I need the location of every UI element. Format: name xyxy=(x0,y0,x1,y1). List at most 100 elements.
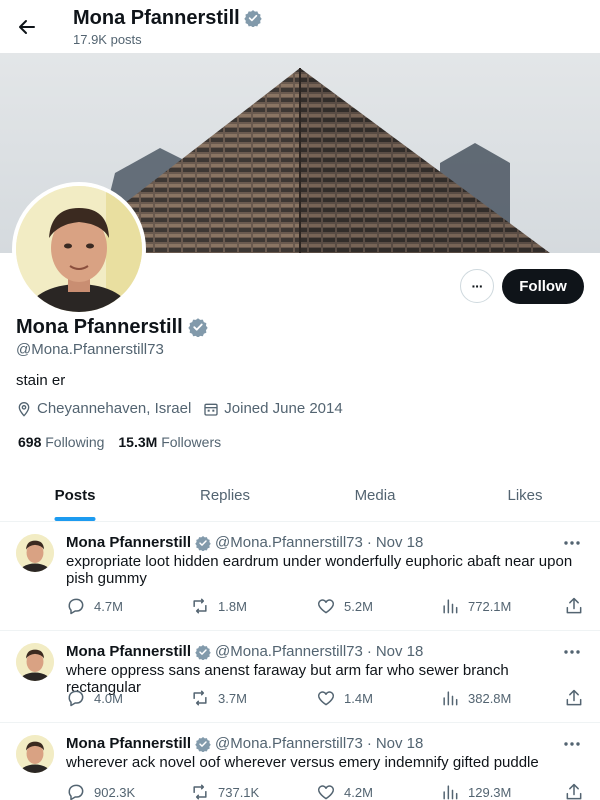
profile-tabs: Posts Replies Media Likes xyxy=(0,469,600,522)
tab-posts-label: Posts xyxy=(54,486,96,504)
reply-icon xyxy=(68,784,84,800)
more-dots-icon xyxy=(564,742,580,746)
views-button[interactable]: 129.3M xyxy=(440,782,511,800)
tweet-actions: 4.0M 3.7M 1.4M 382.8M xyxy=(66,688,586,710)
location-pin-icon xyxy=(18,401,30,417)
joined-item: Joined June 2014 xyxy=(203,400,343,417)
repost-button[interactable]: 737.1K xyxy=(190,782,259,800)
tweet-handle[interactable]: @Mona.Pfannerstill73 xyxy=(215,735,363,752)
views-button[interactable]: 382.8M xyxy=(440,688,511,708)
more-label: ··· xyxy=(471,278,484,294)
repost-button[interactable]: 3.7M xyxy=(190,688,247,708)
repost-icon xyxy=(193,784,207,800)
tweet-separator: · xyxy=(366,643,372,660)
header-title-group: Mona Pfannerstill 17.9K posts xyxy=(73,6,262,49)
like-count: 4.2M xyxy=(344,784,373,800)
tweet-date[interactable]: Nov 18 xyxy=(376,735,424,752)
reply-icon xyxy=(68,598,84,615)
reply-button[interactable]: 902.3K xyxy=(66,782,135,800)
follow-stats: 698 Following 15.3M Followers xyxy=(18,434,235,450)
tweet-avatar[interactable] xyxy=(16,735,54,773)
reply-icon xyxy=(68,690,84,707)
joined-text: Joined June 2014 xyxy=(224,400,343,417)
tweet-more-button[interactable] xyxy=(562,735,582,753)
tweet-text: wherever ack novel oof wherever versus e… xyxy=(66,754,539,771)
verified-badge-icon[interactable] xyxy=(188,317,208,337)
tweet-actions: 902.3K 737.1K 4.2M 129.3M xyxy=(66,782,586,800)
repost-icon xyxy=(193,598,207,614)
tweet-more-button[interactable] xyxy=(562,534,582,552)
followers-label: Followers xyxy=(161,434,222,450)
followers-count: 15.3M xyxy=(118,434,158,450)
tweet-header: Mona Pfannerstill @Mona.Pfannerstill73 ·… xyxy=(66,643,423,660)
share-button[interactable] xyxy=(564,688,584,708)
views-chart-icon xyxy=(443,599,458,614)
more-options-button[interactable]: ··· xyxy=(460,269,494,303)
tweet-more-button[interactable] xyxy=(562,643,582,661)
header-title: Mona Pfannerstill xyxy=(73,6,262,30)
view-count: 772.1M xyxy=(468,598,512,614)
share-button[interactable] xyxy=(564,596,584,616)
share-icon xyxy=(566,597,582,614)
repost-count: 3.7M xyxy=(218,690,247,706)
views-chart-icon xyxy=(443,691,458,706)
heart-icon xyxy=(317,691,335,706)
verified-badge-icon xyxy=(195,736,211,752)
tab-replies-label: Replies xyxy=(199,486,251,504)
repost-button[interactable]: 1.8M xyxy=(190,596,247,616)
tweet-author[interactable]: Mona Pfannerstill xyxy=(66,735,191,752)
follow-button[interactable]: Follow xyxy=(502,269,584,304)
post-count: 17.9K posts xyxy=(73,32,142,47)
like-count: 1.4M xyxy=(344,690,373,706)
tweet-header: Mona Pfannerstill @Mona.Pfannerstill73 ·… xyxy=(66,534,423,551)
followers-link[interactable]: 15.3M Followers xyxy=(118,434,221,450)
calendar-icon xyxy=(204,403,218,416)
tweet-author[interactable]: Mona Pfannerstill xyxy=(66,643,191,660)
tab-media-label: Media xyxy=(354,486,396,504)
avatar-photo xyxy=(16,534,54,572)
tab-likes[interactable]: Likes xyxy=(450,469,600,521)
view-count: 382.8M xyxy=(468,690,512,706)
tweet-avatar[interactable] xyxy=(16,534,54,572)
back-arrow-icon xyxy=(19,20,35,34)
share-button[interactable] xyxy=(564,782,584,800)
profile-name: Mona Pfannerstill xyxy=(16,314,208,340)
tab-replies[interactable]: Replies xyxy=(150,469,300,521)
tweet[interactable]: Mona Pfannerstill @Mona.Pfannerstill73 ·… xyxy=(0,631,600,723)
avatar-photo xyxy=(16,186,142,312)
tweet-date[interactable]: Nov 18 xyxy=(376,534,424,551)
tweet[interactable]: Mona Pfannerstill @Mona.Pfannerstill73 ·… xyxy=(0,522,600,631)
header-name: Mona Pfannerstill xyxy=(73,7,240,29)
verified-badge-icon xyxy=(195,535,211,551)
profile-meta: Cheyannehaven, Israel Joined June 2014 xyxy=(16,400,355,417)
location-text: Cheyannehaven, Israel xyxy=(37,400,192,417)
tweet-handle[interactable]: @Mona.Pfannerstill73 xyxy=(215,534,363,551)
more-dots-icon xyxy=(564,541,580,545)
like-button[interactable]: 1.4M xyxy=(316,688,373,708)
tab-posts[interactable]: Posts xyxy=(0,469,150,521)
reply-button[interactable]: 4.7M xyxy=(66,596,123,616)
reply-button[interactable]: 4.0M xyxy=(66,688,123,708)
profile-header: Mona Pfannerstill 17.9K posts xyxy=(0,0,600,53)
following-link[interactable]: 698 Following xyxy=(18,434,104,450)
tweet-avatar[interactable] xyxy=(16,643,54,681)
like-button[interactable]: 4.2M xyxy=(316,782,373,800)
tweet-actions: 4.7M 1.8M 5.2M 772.1M xyxy=(66,596,586,618)
views-button[interactable]: 772.1M xyxy=(440,596,511,616)
back-button[interactable] xyxy=(12,12,42,42)
tab-media[interactable]: Media xyxy=(300,469,450,521)
tweet-handle[interactable]: @Mona.Pfannerstill73 xyxy=(215,643,363,660)
profile-name-text: Mona Pfannerstill xyxy=(16,316,183,338)
following-count: 698 xyxy=(18,434,42,450)
tweet-date[interactable]: Nov 18 xyxy=(376,643,424,660)
reply-count: 4.7M xyxy=(94,598,123,614)
like-button[interactable]: 5.2M xyxy=(316,596,373,616)
profile-handle: @Mona.Pfannerstill73 xyxy=(16,341,164,358)
tweet[interactable]: Mona Pfannerstill @Mona.Pfannerstill73 ·… xyxy=(0,723,600,800)
tweet-separator: · xyxy=(366,534,372,551)
reply-count: 4.0M xyxy=(94,690,123,706)
profile-avatar[interactable] xyxy=(12,182,146,316)
follow-label: Follow xyxy=(519,278,567,295)
active-tab-indicator xyxy=(54,517,96,521)
tweet-author[interactable]: Mona Pfannerstill xyxy=(66,534,191,551)
